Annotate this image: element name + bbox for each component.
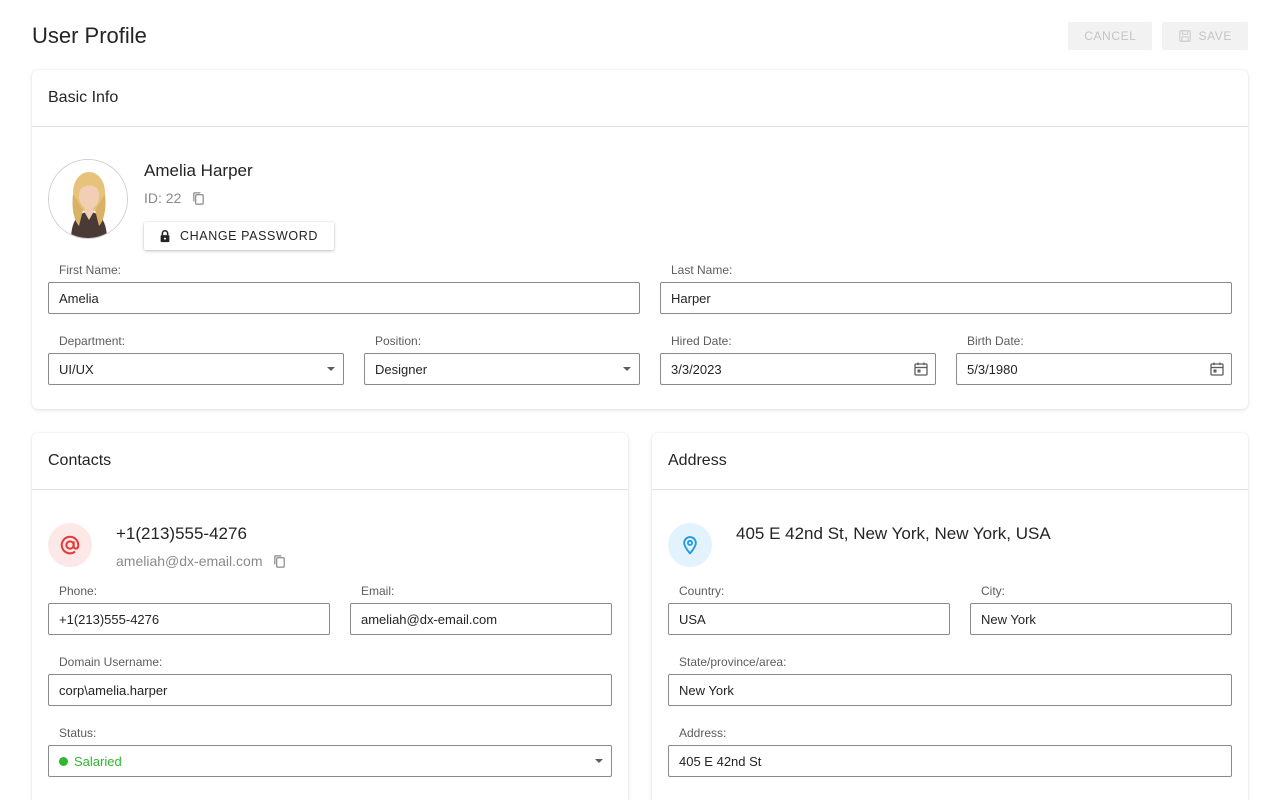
- birth-date-label: Birth Date:: [967, 334, 1024, 348]
- chevron-down-icon: [623, 367, 631, 371]
- user-id: ID: 22: [144, 190, 206, 206]
- city-value: New York: [981, 611, 1036, 627]
- status-label: Status:: [59, 726, 97, 740]
- user-full-name: Amelia Harper: [144, 161, 253, 180]
- city-field: City: New York: [970, 583, 1232, 635]
- country-input[interactable]: USA: [668, 603, 950, 635]
- calendar-icon[interactable]: [1209, 361, 1225, 377]
- hired-date-field: Hired Date: 3/3/2023: [660, 333, 936, 385]
- change-password-button[interactable]: CHANGE PASSWORD: [144, 222, 334, 250]
- save-label: SAVE: [1198, 29, 1232, 43]
- status-value: Salaried: [74, 753, 122, 769]
- city-label: City:: [981, 584, 1005, 598]
- address-value: 405 E 42nd St: [679, 753, 762, 769]
- position-select[interactable]: Designer: [364, 353, 640, 385]
- user-id-text: ID: 22: [144, 190, 182, 206]
- cancel-label: CANCEL: [1084, 29, 1137, 43]
- country-field: Country: USA: [668, 583, 950, 635]
- chevron-down-icon: [327, 367, 335, 371]
- phone-value: +1(213)555-4276: [59, 611, 160, 627]
- location-icon-circle: [668, 523, 712, 567]
- email-display-row: ameliah@dx-email.com: [116, 553, 287, 569]
- status-field: Status: Salaried: [48, 725, 612, 777]
- phone-display: +1(213)555-4276: [116, 524, 247, 543]
- at-sign-icon: [60, 535, 80, 555]
- contacts-header: Contacts: [32, 433, 628, 490]
- last-name-label: Last Name:: [671, 263, 733, 277]
- state-label: State/province/area:: [679, 655, 787, 669]
- domain-username-field: Domain Username: corp\amelia.harper: [48, 654, 612, 706]
- cancel-button[interactable]: CANCEL: [1068, 22, 1153, 50]
- address-field: Address: 405 E 42nd St: [668, 725, 1232, 777]
- save-icon: [1179, 30, 1192, 42]
- basic-info-card: Basic Info Amelia Harper ID: 22 CHANGE P…: [32, 70, 1248, 409]
- status-select[interactable]: Salaried: [48, 745, 612, 777]
- position-value: Designer: [375, 361, 428, 377]
- city-input[interactable]: New York: [970, 603, 1232, 635]
- email-label: Email:: [361, 584, 395, 598]
- department-value: UI/UX: [59, 361, 94, 377]
- domain-username-label: Domain Username:: [59, 655, 163, 669]
- country-label: Country:: [679, 584, 725, 598]
- copy-icon[interactable]: [191, 191, 206, 206]
- department-select[interactable]: UI/UX: [48, 353, 344, 385]
- email-input[interactable]: ameliah@dx-email.com: [350, 603, 612, 635]
- hired-date-value: 3/3/2023: [671, 361, 722, 377]
- domain-username-input[interactable]: corp\amelia.harper: [48, 674, 612, 706]
- address-header: Address: [652, 433, 1248, 490]
- hired-date-label: Hired Date:: [671, 334, 732, 348]
- phone-label: Phone:: [59, 584, 98, 598]
- domain-username-value: corp\amelia.harper: [59, 682, 168, 698]
- lock-icon: [160, 230, 170, 243]
- hired-date-input[interactable]: 3/3/2023: [660, 353, 936, 385]
- department-field: Department: UI/UX: [48, 333, 344, 385]
- last-name-field: Last Name: Harper: [660, 262, 1232, 314]
- chevron-down-icon: [595, 759, 603, 763]
- country-value: USA: [679, 611, 706, 627]
- first-name-value: Amelia: [59, 290, 99, 306]
- basic-info-header: Basic Info: [32, 70, 1248, 127]
- calendar-icon[interactable]: [913, 361, 929, 377]
- last-name-value: Harper: [671, 290, 711, 306]
- birth-date-field: Birth Date: 5/3/1980: [956, 333, 1232, 385]
- copy-icon[interactable]: [272, 554, 287, 569]
- avatar: [48, 159, 128, 239]
- address-input[interactable]: 405 E 42nd St: [668, 745, 1232, 777]
- position-field: Position: Designer: [364, 333, 640, 385]
- state-field: State/province/area: New York: [668, 654, 1232, 706]
- phone-field: Phone: +1(213)555-4276: [48, 583, 330, 635]
- page-header: User Profile CANCEL SAVE: [32, 18, 1248, 54]
- page-title: User Profile: [32, 23, 147, 48]
- address-card: Address 405 E 42nd St, New York, New Yor…: [652, 433, 1248, 800]
- avatar-photo: [49, 160, 127, 238]
- state-value: New York: [679, 682, 734, 698]
- header-actions: CANCEL SAVE: [1068, 22, 1248, 50]
- birth-date-input[interactable]: 5/3/1980: [956, 353, 1232, 385]
- contacts-card: Contacts +1(213)555-4276 ameliah@dx-emai…: [32, 433, 628, 800]
- status-value-wrap: Salaried: [59, 754, 595, 769]
- birth-date-value: 5/3/1980: [967, 361, 1018, 377]
- department-label: Department:: [59, 334, 126, 348]
- change-password-label: CHANGE PASSWORD: [180, 229, 318, 243]
- last-name-input[interactable]: Harper: [660, 282, 1232, 314]
- save-button[interactable]: SAVE: [1162, 22, 1248, 50]
- status-dot-icon: [59, 756, 68, 766]
- position-label: Position:: [375, 334, 422, 348]
- address-label: Address:: [679, 726, 727, 740]
- email-field: Email: ameliah@dx-email.com: [350, 583, 612, 635]
- first-name-input[interactable]: Amelia: [48, 282, 640, 314]
- email-display: ameliah@dx-email.com: [116, 553, 263, 569]
- phone-input[interactable]: +1(213)555-4276: [48, 603, 330, 635]
- email-icon-circle: [48, 523, 92, 567]
- full-address-display: 405 E 42nd St, New York, New York, USA: [736, 524, 1051, 543]
- first-name-label: First Name:: [59, 263, 122, 277]
- state-input[interactable]: New York: [668, 674, 1232, 706]
- email-value: ameliah@dx-email.com: [361, 611, 498, 627]
- first-name-field: First Name: Amelia: [48, 262, 640, 314]
- map-pin-icon: [683, 536, 697, 555]
